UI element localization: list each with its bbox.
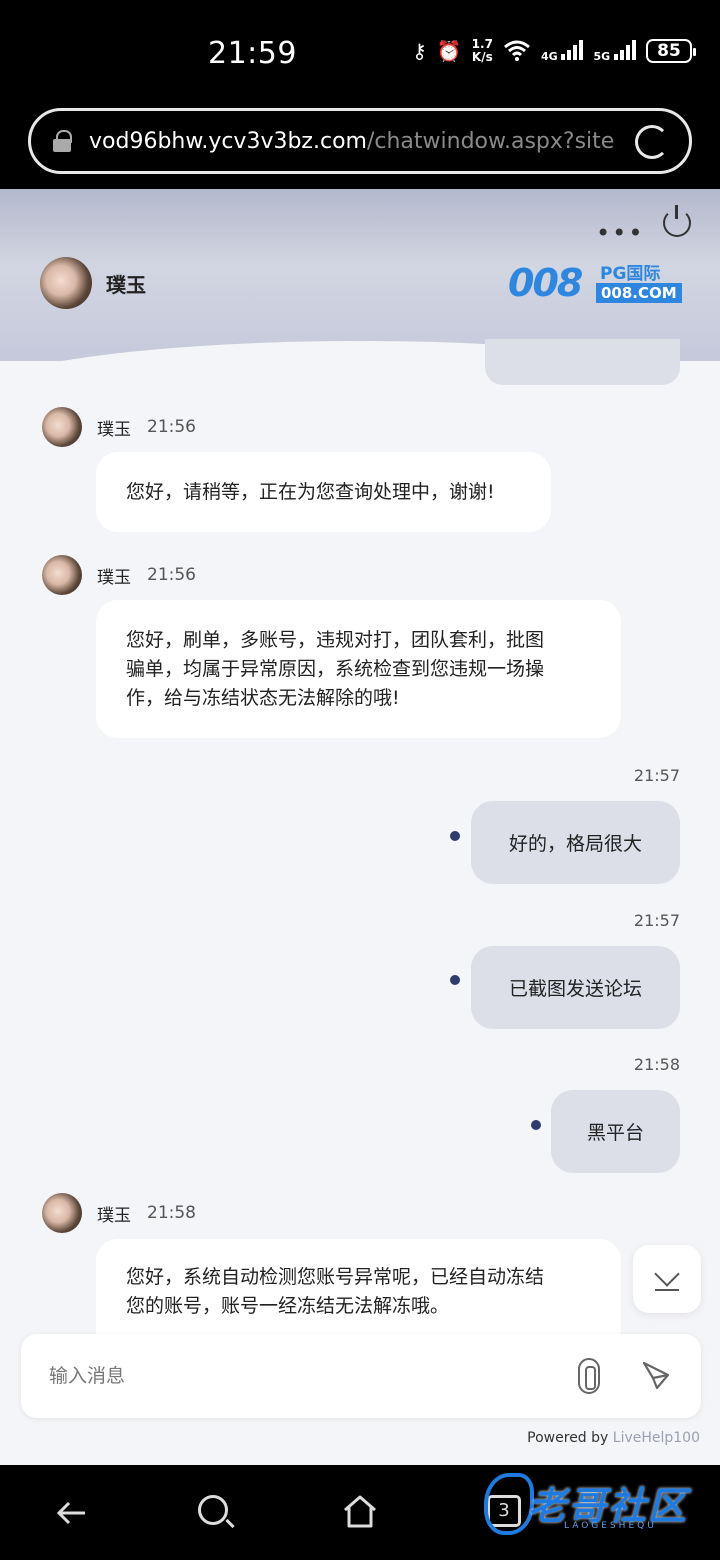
- read-status-dot: [450, 831, 460, 841]
- message-time: 21:58: [147, 1203, 196, 1223]
- status-icons: ⚷ ⏰ 1.7 K/s 4G 5G 85: [412, 38, 696, 64]
- avatar: [42, 407, 82, 447]
- power-icon[interactable]: [663, 205, 691, 237]
- message-time: 21:56: [147, 417, 196, 437]
- sender-name: 璞玉: [97, 1205, 131, 1226]
- scroll-bottom-line: [655, 1289, 679, 1291]
- message-line: 您的账号，账号一经冻结无法解冻哦。: [126, 1295, 450, 1317]
- avatar: [42, 555, 82, 595]
- net-speed: 1.7 K/s: [472, 38, 493, 64]
- address-bar[interactable]: vod96bhw.ycv3v3bz.com/chatwindow.aspx?si…: [28, 108, 692, 174]
- url-host: vod96bhw.ycv3v3bz.com: [89, 128, 367, 154]
- brand-logo: 008 PG国际 008.COM: [508, 259, 682, 305]
- signal-icon: [561, 40, 584, 60]
- message-meta: 璞玉 21:56: [42, 407, 196, 447]
- message-line: 您好，刷单，多账号，违规对打，团队套利，批图: [126, 628, 545, 651]
- outgoing-message: 黑平台: [551, 1090, 680, 1173]
- powered-prefix: Powered by: [527, 1430, 613, 1446]
- dragon-logo-icon: [484, 1473, 534, 1535]
- net-speed-value: 1.7: [471, 37, 493, 51]
- message-line: 骗单，均属于异常原因，系统检查到您违规一场操: [126, 657, 545, 680]
- message-time: 21:56: [147, 565, 196, 585]
- key-icon: ⚷: [412, 39, 427, 63]
- message-time: 21:58: [633, 1055, 680, 1074]
- back-icon[interactable]: [55, 1497, 87, 1529]
- more-icon[interactable]: •••: [596, 219, 644, 247]
- message-text: 您好，系统自动检测您账号异常呢，已经自动冻结 您的账号，账号一经冻结无法解冻哦。: [126, 1263, 544, 1321]
- status-time: 21:59: [208, 36, 297, 71]
- avatar: [42, 1193, 82, 1233]
- message-text: 好的，格局很大: [508, 833, 642, 855]
- message-time: 21:57: [633, 911, 680, 930]
- incoming-message: 您好，刷单，多账号，违规对打，团队套利，批图 骗单，均属于异常原因，系统检查到您…: [96, 600, 621, 738]
- message-input-bar: [21, 1334, 701, 1418]
- message-line: 作，给与冻结状态无法解除的哦!: [126, 686, 400, 709]
- battery-icon: 85: [646, 39, 696, 63]
- url-text[interactable]: vod96bhw.ycv3v3bz.com/chatwindow.aspx?si…: [89, 129, 614, 154]
- message-time: 21:57: [633, 766, 680, 785]
- message-input[interactable]: [49, 1352, 529, 1400]
- previous-message-bubble: [485, 339, 680, 385]
- reload-icon[interactable]: [635, 125, 669, 159]
- brand-number: 008: [508, 261, 583, 305]
- outgoing-message: 已截图发送论坛: [471, 946, 680, 1029]
- powered-brand-link[interactable]: LiveHelp100: [613, 1430, 700, 1446]
- agent-name: 璞玉: [106, 273, 146, 297]
- signal-4g: 4G: [541, 40, 584, 62]
- scroll-to-bottom-button[interactable]: [633, 1245, 701, 1313]
- url-path: /chatwindow.aspx?siteId=6: [366, 128, 614, 154]
- search-icon[interactable]: [198, 1495, 228, 1525]
- agent-avatar: [40, 257, 92, 309]
- signal-icon: [614, 40, 636, 60]
- read-status-dot: [531, 1120, 541, 1130]
- message-meta: 璞玉 21:58: [42, 1193, 196, 1233]
- alarm-icon: ⏰: [436, 39, 462, 63]
- brand-pg: PG国际: [600, 264, 661, 284]
- message-text: 黑平台: [586, 1122, 644, 1144]
- chat-header: ••• 璞玉 008 PG国际 008.COM: [0, 189, 720, 361]
- send-icon[interactable]: [641, 1360, 671, 1390]
- signal-4g-label: 4G: [540, 50, 558, 63]
- message-line: 您好，系统自动检测您账号异常呢，已经自动冻结: [126, 1266, 545, 1288]
- chevron-down-icon: [654, 1261, 680, 1287]
- read-status-dot: [450, 975, 460, 985]
- navigation-bar: 3 老哥社区 LAOGESHEQU: [0, 1465, 720, 1560]
- status-bar: 21:59 ⚷ ⏰ 1.7 K/s 4G 5G 85: [0, 0, 720, 100]
- net-speed-unit: K/s: [471, 50, 493, 64]
- home-icon[interactable]: [342, 1493, 378, 1529]
- watermark-subtext: LAOGESHEQU: [564, 1521, 657, 1531]
- wifi-icon: [503, 39, 531, 64]
- message-text: 您好，请稍等，正在为您查询处理中，谢谢!: [126, 480, 495, 503]
- signal-5g: 5G: [593, 40, 636, 62]
- message-meta: 璞玉 21:56: [42, 555, 196, 595]
- brand-domain: 008.COM: [596, 283, 682, 303]
- incoming-message: 您好，请稍等，正在为您查询处理中，谢谢!: [96, 452, 551, 532]
- message-text: 您好，刷单，多账号，违规对打，团队套利，批图 骗单，均属于异常原因，系统检查到您…: [126, 626, 544, 713]
- attachment-icon[interactable]: [578, 1358, 600, 1394]
- sender-name: 璞玉: [97, 567, 131, 588]
- powered-by: Powered by LiveHelp100: [527, 1430, 700, 1446]
- message-text: 已截图发送论坛: [508, 978, 642, 1000]
- chat-window: ••• 璞玉 008 PG国际 008.COM 璞玉 21:56 您好，请稍等，…: [0, 189, 720, 1465]
- watermark: 老哥社区 LAOGESHEQU: [480, 1469, 710, 1539]
- signal-5g-label: 5G: [593, 50, 611, 63]
- sender-name: 璞玉: [97, 419, 131, 440]
- outgoing-message: 好的，格局很大: [471, 801, 680, 884]
- lock-icon: [53, 130, 72, 152]
